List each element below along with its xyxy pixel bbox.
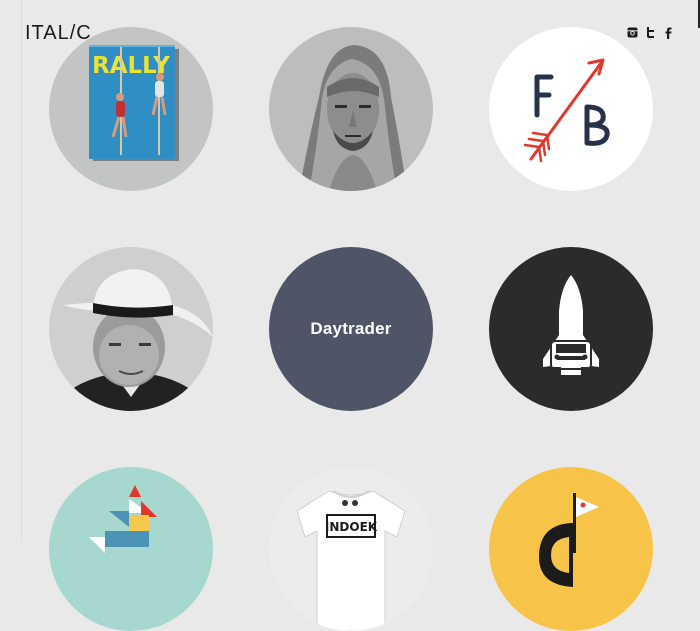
project-daytrader[interactable]: Daytrader — [269, 247, 433, 411]
geometric-bird-image — [49, 467, 213, 631]
project-shuttle-car[interactable] — [489, 247, 653, 411]
instagram-icon[interactable] — [626, 26, 638, 39]
social-links — [626, 26, 674, 39]
tshirt-image: INDOEK — [269, 467, 433, 631]
project-fb-arrow-logo[interactable] — [489, 27, 653, 191]
rally-magazine-image: RALLY — [49, 27, 213, 191]
tshirt-print-text: INDOEK — [325, 520, 378, 534]
project-yellow-bird[interactable] — [489, 467, 653, 631]
project-indoek-tshirt[interactable]: INDOEK — [269, 467, 433, 631]
daytrader-title: Daytrader — [310, 319, 392, 338]
project-rally-magazine[interactable]: RALLY — [49, 27, 213, 191]
site-logo[interactable]: ITAL/C — [25, 22, 92, 45]
yellow-bird-image — [489, 467, 653, 631]
fb-arrow-image — [489, 27, 653, 191]
fedora-portrait-image — [49, 247, 213, 411]
surfer-portrait-image — [269, 27, 433, 191]
project-surfer-portrait[interactable] — [269, 27, 433, 191]
shuttle-car-image — [489, 247, 653, 411]
left-border — [21, 0, 22, 540]
facebook-icon[interactable] — [662, 26, 674, 39]
project-capone-portrait[interactable] — [49, 247, 213, 411]
project-geometric-bird[interactable] — [49, 467, 213, 631]
twitter-icon[interactable] — [644, 26, 656, 39]
